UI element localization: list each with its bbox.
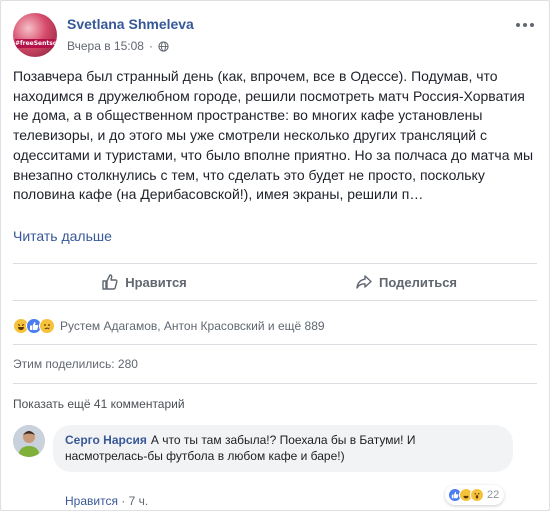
comment-reaction-count: 22 (487, 489, 500, 501)
sad-reaction-icon (39, 318, 55, 334)
author-name[interactable]: Svetlana Shmeleva (67, 16, 194, 32)
reactions-summary[interactable]: Рустем Адагамов, Антон Красовский и ещё … (13, 317, 325, 335)
dot-icon (530, 23, 534, 27)
divider (13, 383, 537, 384)
like-label: Нравится (125, 274, 187, 290)
meta-dot: · (117, 494, 129, 508)
share-button[interactable]: Поделиться (275, 264, 537, 300)
reactions-names: Рустем Адагамов, Антон Красовский и ещё … (60, 319, 325, 333)
post-text: Позавчера был странный день (как, впроче… (13, 68, 534, 203)
author-avatar[interactable]: #freeSentsov (13, 13, 57, 57)
dot-icon (516, 23, 520, 27)
share-label: Поделиться (378, 274, 458, 290)
more-options-button[interactable] (513, 13, 537, 37)
commenter-name[interactable]: Серго Нарсия (65, 433, 147, 447)
post-timestamp[interactable]: Вчера в 15:08 (67, 39, 144, 53)
comment-reactions[interactable]: 22 (445, 485, 505, 505)
thumbs-up-icon (102, 274, 118, 290)
divider (13, 344, 537, 345)
like-button[interactable]: Нравится (13, 264, 275, 300)
comment-time[interactable]: 7 ч. (129, 494, 149, 508)
shares-count[interactable]: Этим поделились: 280 (13, 357, 138, 371)
commenter-avatar[interactable] (13, 425, 45, 457)
post-header: #freeSentsov Svetlana Shmeleva Вчера в 1… (13, 13, 537, 57)
post-meta: Вчера в 15:08 · (67, 39, 169, 53)
see-more-link[interactable]: Читать дальше (13, 228, 112, 244)
share-icon (356, 275, 372, 289)
dot-icon (523, 23, 527, 27)
globe-icon[interactable] (158, 40, 169, 52)
avatar-tag: #freeSentsov (15, 39, 57, 48)
comment-like-link[interactable]: Нравится (65, 494, 118, 508)
action-bar: Нравится Поделиться (13, 263, 537, 301)
comment-meta: Нравится · 7 ч. (65, 494, 148, 508)
meta-separator: · (148, 39, 153, 53)
show-more-comments-link[interactable]: Показать ещё 41 комментарий (13, 397, 185, 411)
wow-reaction-icon (470, 488, 484, 502)
post-card: #freeSentsov Svetlana Shmeleva Вчера в 1… (0, 0, 550, 511)
comment-bubble: Серго Нарсия А что ты там забыла!? Поехал… (53, 425, 513, 472)
